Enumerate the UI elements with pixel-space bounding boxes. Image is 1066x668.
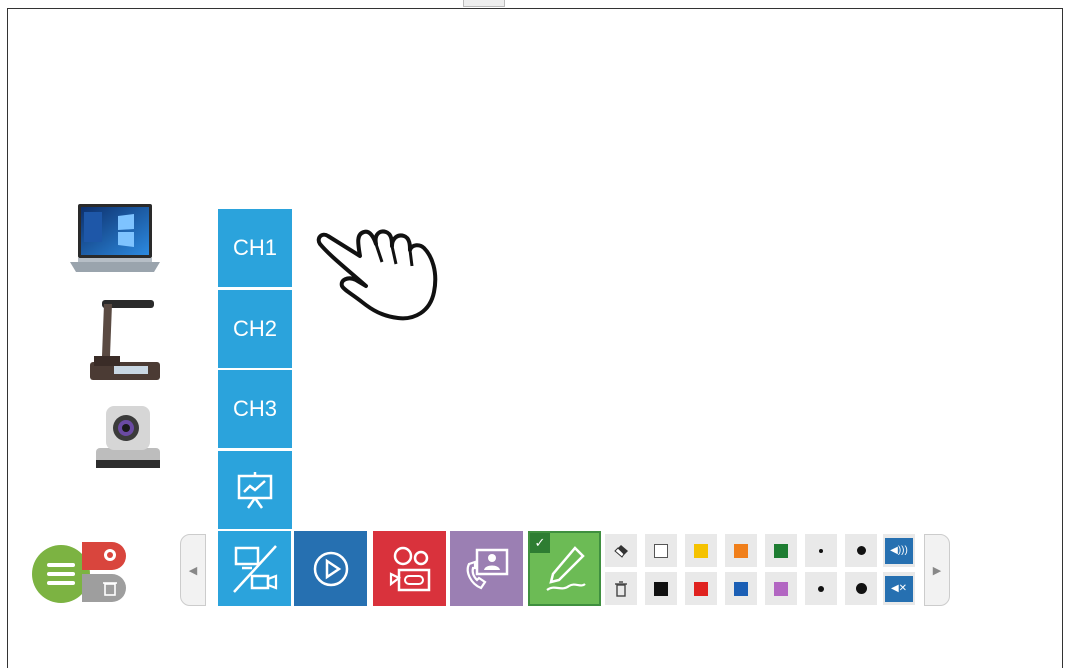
green-swatch	[774, 543, 788, 558]
play-button[interactable]	[294, 531, 367, 606]
color-black-swatch[interactable]	[645, 572, 677, 605]
ptz-camera-icon	[96, 406, 160, 468]
toolbar-scroll-left-button[interactable]: ◀	[180, 534, 206, 606]
channel-2-label: CH2	[232, 316, 277, 341]
speaker-mute-icon: ◀✕	[885, 575, 913, 602]
small-dot-icon	[819, 548, 823, 553]
pen-size-small-button[interactable]	[805, 534, 837, 567]
purple-swatch	[774, 581, 788, 596]
orange-swatch	[734, 543, 748, 558]
play-icon	[313, 551, 348, 586]
channel-2-button[interactable]: CH2	[218, 290, 292, 368]
chevron-right-icon: ▶	[932, 564, 942, 577]
switch-source-button[interactable]	[218, 531, 291, 606]
color-orange-swatch[interactable]	[725, 534, 757, 567]
video-call-button[interactable]	[450, 531, 523, 606]
eraser-button[interactable]	[605, 534, 637, 567]
pen-button[interactable]: ✓	[528, 531, 601, 606]
record-button[interactable]	[373, 531, 446, 606]
trash-icon	[615, 580, 627, 597]
chevron-left-icon: ◀	[188, 564, 198, 577]
source-switch-icon	[232, 544, 277, 593]
speaker-on-icon: ◀)))	[885, 537, 913, 564]
pen-size-xlarge-button[interactable]	[845, 572, 877, 605]
record-dot-icon	[104, 549, 116, 561]
medium-dot-icon	[818, 585, 824, 592]
top-handle[interactable]	[463, 0, 505, 7]
trash-icon	[103, 582, 117, 596]
color-yellow-swatch[interactable]	[685, 534, 717, 567]
presentation-button[interactable]	[218, 451, 292, 529]
black-swatch	[654, 581, 668, 596]
channel-3-button[interactable]: CH3	[218, 370, 292, 448]
color-white-swatch[interactable]	[645, 534, 677, 567]
menu-icon-bar	[47, 581, 75, 585]
speaker-mute-button[interactable]: ◀✕	[883, 572, 915, 605]
toolbar-scroll-right-button[interactable]: ▶	[924, 534, 950, 606]
video-call-icon	[466, 548, 508, 589]
channel-3-label: CH3	[232, 396, 277, 421]
document-camera-icon	[90, 300, 160, 380]
active-check-icon: ✓	[530, 533, 550, 553]
camera-record-icon	[389, 546, 430, 591]
yellow-swatch	[694, 543, 708, 558]
color-blue-swatch[interactable]	[725, 572, 757, 605]
presentation-icon	[237, 472, 273, 509]
red-swatch	[694, 581, 708, 596]
xlarge-dot-icon	[855, 583, 867, 594]
channel-1-label: CH1	[232, 235, 277, 260]
white-swatch	[654, 543, 668, 558]
color-red-swatch[interactable]	[685, 572, 717, 605]
channel-1-button[interactable]: CH1	[218, 209, 292, 287]
pen-size-medium-button[interactable]	[805, 572, 837, 605]
pen-size-large-button[interactable]	[845, 534, 877, 567]
trash-button[interactable]	[82, 574, 126, 602]
large-dot-icon	[856, 546, 866, 555]
menu-icon-bar	[47, 572, 75, 576]
record-indicator-button[interactable]	[82, 542, 126, 570]
blue-swatch	[734, 581, 748, 596]
speaker-on-button[interactable]: ◀)))	[883, 534, 915, 567]
clear-button[interactable]	[605, 572, 637, 605]
menu-icon	[47, 563, 75, 567]
color-purple-swatch[interactable]	[765, 572, 797, 605]
pointing-hand-icon	[316, 229, 438, 321]
color-green-swatch[interactable]	[765, 534, 797, 567]
laptop-icon	[70, 204, 160, 272]
eraser-icon	[614, 544, 628, 558]
